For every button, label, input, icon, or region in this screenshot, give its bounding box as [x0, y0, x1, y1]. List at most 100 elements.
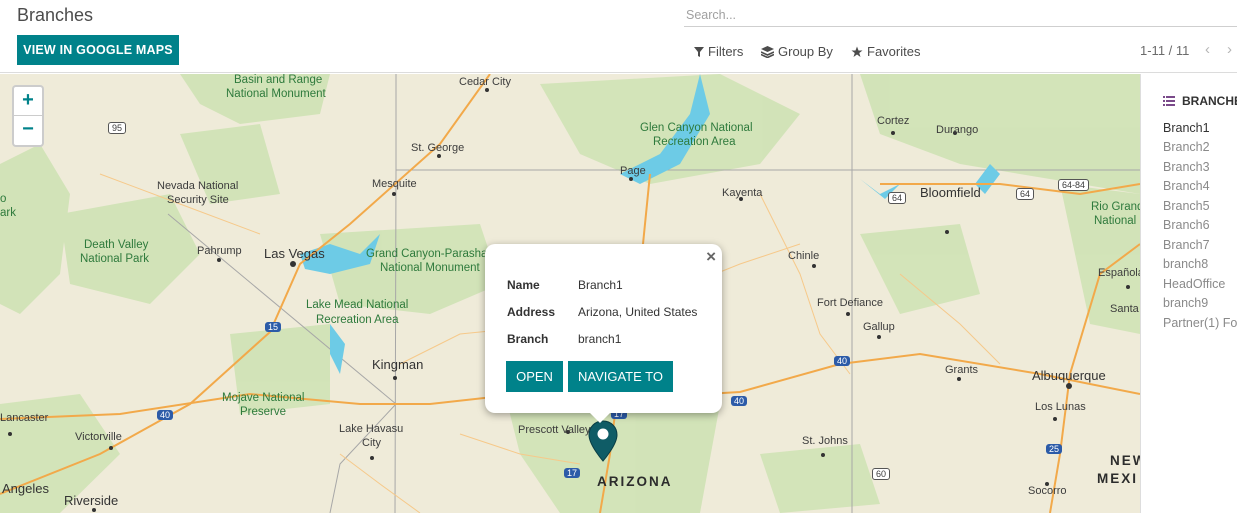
map-label: National Monument — [226, 88, 326, 100]
map-label: NEW — [1110, 453, 1140, 468]
map-label: Pahrump — [197, 245, 242, 257]
zoom-control: + − — [12, 85, 44, 147]
map-label: Death Valley — [84, 239, 149, 251]
map-label: Mojave National — [222, 392, 305, 404]
map-label: Riverside — [64, 493, 119, 508]
sidebar-item-branch9[interactable]: branch9 — [1163, 296, 1208, 310]
map-label: Lake Havasu — [339, 423, 404, 435]
popup-key: Address — [507, 305, 556, 319]
map-label: Mesquite — [372, 178, 417, 190]
highway-shield: 60 — [872, 468, 891, 480]
map-label: Cortez — [877, 115, 910, 127]
sidebar-item-branch8[interactable]: branch8 — [1163, 257, 1208, 271]
open-button[interactable]: OPEN — [506, 361, 563, 392]
close-icon[interactable]: × — [706, 247, 716, 267]
highway-shield: 15 — [265, 322, 282, 332]
popup-key: Branch — [507, 332, 549, 346]
view-in-google-maps-button[interactable]: VIEW IN GOOGLE MAPS — [17, 35, 179, 65]
map-label: Angeles — [2, 481, 49, 496]
pager-value[interactable]: 1-11 / 11 — [1140, 43, 1189, 58]
map-marker-icon[interactable] — [588, 420, 618, 462]
layers-icon — [761, 45, 774, 58]
navigate-to-button[interactable]: NAVIGATE TO — [568, 361, 673, 392]
highway-shield: 40 — [731, 396, 748, 406]
map-label: Los Lunas — [1035, 401, 1086, 413]
map-label: Las Vegas — [264, 246, 325, 261]
map-label: St. George — [411, 142, 465, 154]
map-label: Prescott Valley — [518, 424, 591, 436]
sidebar-item-branch5[interactable]: Branch5 — [1163, 199, 1210, 213]
map-label: Lancaster — [0, 412, 49, 424]
map-label: Page — [620, 165, 646, 177]
map-label: National — [1094, 215, 1137, 227]
map-label: o — [0, 193, 7, 205]
map-label: National Monument — [380, 262, 480, 274]
highway-shield: 95 — [108, 122, 127, 134]
map-label: City — [362, 437, 381, 449]
popup-key: Name — [507, 278, 540, 292]
highway-shield: 64 — [888, 192, 907, 204]
filters-dropdown[interactable]: Filters — [694, 44, 743, 59]
groupby-dropdown[interactable]: Group By — [761, 44, 833, 59]
map-label: Kayenta — [722, 187, 763, 199]
filters-label: Filters — [708, 44, 744, 59]
map-label: St. Johns — [802, 435, 848, 447]
star-icon — [851, 46, 863, 57]
highway-shield: 64-84 — [1058, 179, 1090, 191]
popup-row-address: Address Arizona, United States — [507, 305, 697, 319]
map-label: Basin and Range — [234, 74, 323, 86]
map-label: Nevada National — [157, 180, 239, 192]
sidebar-item-branch3[interactable]: Branch3 — [1163, 160, 1210, 174]
control-panel: Branches VIEW IN GOOGLE MAPS Filters Gro… — [0, 0, 1237, 73]
map-label: Rio Grand — [1091, 201, 1140, 213]
groupby-label: Group By — [778, 44, 833, 59]
map-label: Grants — [945, 364, 979, 376]
map-label: MEXI — [1097, 471, 1139, 486]
map-label: Recreation Area — [653, 136, 736, 148]
side-panel-header: BRANCHES — [1182, 94, 1237, 108]
chevron-right-icon[interactable]: › — [1227, 41, 1232, 58]
popup-value: Branch1 — [578, 278, 623, 292]
map-label: Gallup — [863, 321, 895, 333]
map-label: Española — [1098, 267, 1140, 279]
map-label: ark — [0, 207, 16, 219]
highway-shield: 40 — [834, 356, 851, 366]
sidebar-item-branch2[interactable]: Branch2 — [1163, 140, 1210, 154]
map-label: Socorro — [1028, 485, 1067, 497]
search-input[interactable] — [684, 3, 1237, 27]
popup-value: branch1 — [578, 332, 622, 346]
page-title: Branches — [17, 5, 94, 25]
map-label: Fort Defiance — [817, 297, 884, 309]
sidebar-item-branch1[interactable]: Branch1 — [1163, 121, 1210, 135]
zoom-out-button[interactable]: − — [14, 116, 42, 145]
map-label: Chinle — [788, 250, 820, 262]
zoom-in-button[interactable]: + — [14, 87, 42, 116]
map-label: Santa — [1110, 303, 1139, 315]
map-label: Recreation Area — [316, 314, 399, 326]
popup-row-branch: Branch branch1 — [507, 332, 621, 346]
favorites-dropdown[interactable]: Favorites — [851, 44, 920, 59]
sidebar-item-branch4[interactable]: Branch4 — [1163, 179, 1210, 193]
map-label: ARIZONA — [597, 474, 673, 489]
chevron-left-icon[interactable]: ‹ — [1205, 41, 1210, 58]
highway-shield: 17 — [564, 468, 581, 478]
map-label: Grand Canyon-Parasha — [366, 248, 488, 260]
map-label: Kingman — [372, 357, 424, 372]
records-side-panel: BRANCHES Branch1 Branch2 Branch3 Branch4… — [1140, 74, 1237, 513]
filter-icon — [694, 46, 704, 57]
sidebar-item-branch6[interactable]: Branch6 — [1163, 218, 1210, 232]
list-icon — [1163, 96, 1175, 106]
sidebar-item-headoffice[interactable]: HeadOffice — [1163, 277, 1225, 291]
map-label: Victorville — [75, 431, 122, 443]
sidebar-item-branch7[interactable]: Branch7 — [1163, 238, 1210, 252]
highway-shield: 64 — [1016, 188, 1035, 200]
map-label: Albuquerque — [1032, 368, 1106, 383]
sidebar-item-partner[interactable]: Partner(1) Fo — [1163, 316, 1237, 330]
map-label: National Park — [80, 253, 150, 265]
map-label: Lake Mead National — [306, 299, 409, 311]
favorites-label: Favorites — [867, 44, 921, 59]
map-label: Cedar City — [459, 76, 511, 88]
popup-row-name: Name Branch1 — [507, 278, 623, 292]
map-label: Preserve — [240, 406, 287, 418]
map-label: Bloomfield — [920, 185, 981, 200]
